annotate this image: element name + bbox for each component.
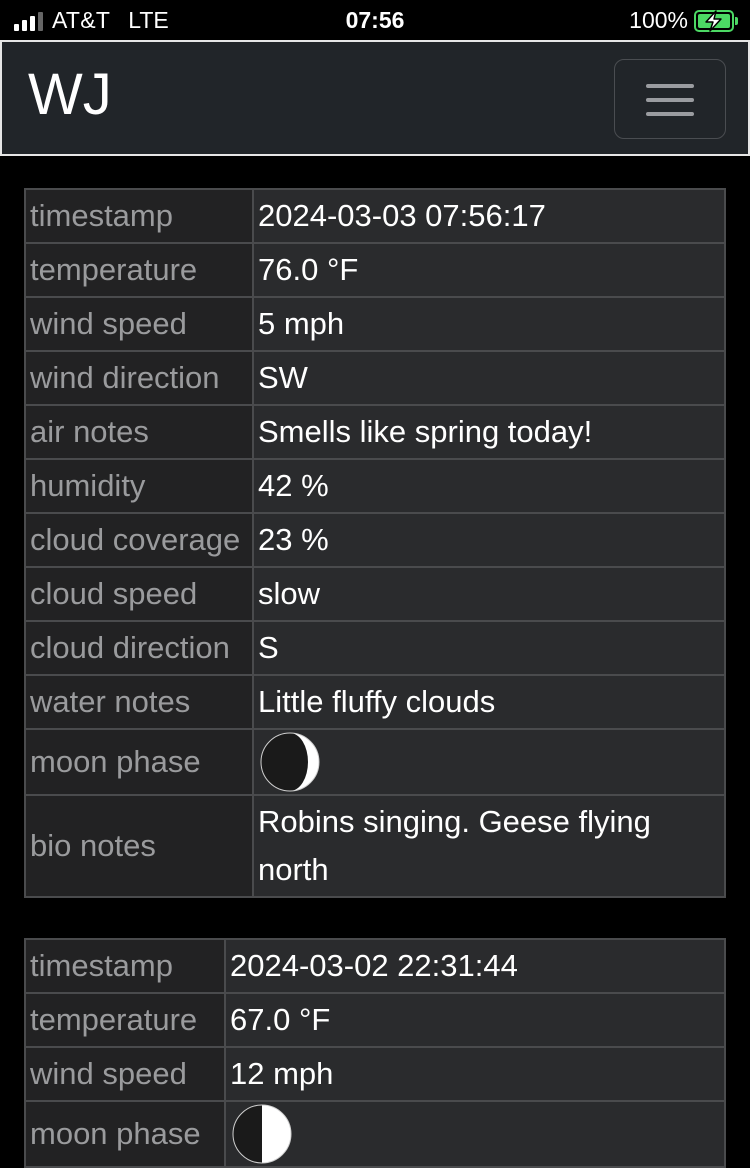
row-label: humidity — [24, 458, 254, 514]
table-row: moon phase — [24, 728, 726, 796]
status-bar: AT&T LTE 07:56 100% — [0, 0, 750, 40]
table-row: bio notes Robins singing. Geese flying n… — [24, 794, 726, 898]
table-row: cloud direction S — [24, 620, 726, 676]
row-label: cloud speed — [24, 566, 254, 622]
row-label: temperature — [24, 242, 254, 298]
row-value: 23 % — [252, 512, 726, 568]
row-label: bio notes — [24, 794, 254, 898]
row-value: 76.0 °F — [252, 242, 726, 298]
row-value-moon — [252, 728, 726, 796]
row-value: 5 mph — [252, 296, 726, 352]
row-value: Little fluffy clouds — [252, 674, 726, 730]
hamburger-icon-bar — [646, 98, 694, 102]
table-row: cloud coverage 23 % — [24, 512, 726, 568]
row-label: air notes — [24, 404, 254, 460]
row-label: wind direction — [24, 350, 254, 406]
row-value: 2024-03-03 07:56:17 — [252, 188, 726, 244]
row-label: temperature — [24, 992, 226, 1048]
row-label: timestamp — [24, 188, 254, 244]
row-value: slow — [252, 566, 726, 622]
table-row: temperature 76.0 °F — [24, 242, 726, 298]
row-value: 12 mph — [224, 1046, 726, 1102]
table-row: air notes Smells like spring today! — [24, 404, 726, 460]
battery-charging-icon — [694, 9, 734, 32]
first-quarter-moon-icon — [232, 1104, 292, 1164]
table-row: wind speed 5 mph — [24, 296, 726, 352]
navbar: WJ — [0, 40, 750, 156]
battery-percent: 100% — [629, 7, 688, 33]
row-value: Smells like spring today! — [252, 404, 726, 460]
row-label: wind speed — [24, 296, 254, 352]
row-value: 2024-03-02 22:31:44 — [224, 938, 726, 994]
menu-toggle-button[interactable] — [614, 59, 726, 139]
row-label: water notes — [24, 674, 254, 730]
table-row: wind direction SW — [24, 350, 726, 406]
observation-table: timestamp 2024-03-02 22:31:44 temperatur… — [24, 938, 726, 1168]
hamburger-icon — [646, 84, 694, 88]
row-label: wind speed — [24, 1046, 226, 1102]
status-bar-right: 100% — [629, 7, 738, 34]
table-row: humidity 42 % — [24, 458, 726, 514]
waxing-crescent-moon-icon — [260, 732, 320, 792]
table-row: wind speed 12 mph — [24, 1046, 726, 1102]
row-label: timestamp — [24, 938, 226, 994]
observation-table: timestamp 2024-03-03 07:56:17 temperatur… — [24, 188, 726, 898]
hamburger-icon-bar — [646, 112, 694, 116]
row-value: 67.0 °F — [224, 992, 726, 1048]
table-row: moon phase — [24, 1100, 726, 1168]
row-label: cloud coverage — [24, 512, 254, 568]
row-value: 42 % — [252, 458, 726, 514]
row-label: moon phase — [24, 728, 254, 796]
row-value-moon — [224, 1100, 726, 1168]
table-row: timestamp 2024-03-02 22:31:44 — [24, 938, 726, 994]
row-value: SW — [252, 350, 726, 406]
table-row: temperature 67.0 °F — [24, 992, 726, 1048]
row-value: S — [252, 620, 726, 676]
row-value: Robins singing. Geese flying north — [252, 794, 726, 898]
table-row: cloud speed slow — [24, 566, 726, 622]
row-label: moon phase — [24, 1100, 226, 1168]
table-row: water notes Little fluffy clouds — [24, 674, 726, 730]
brand-logo[interactable]: WJ — [28, 66, 112, 124]
row-label: cloud direction — [24, 620, 254, 676]
table-row: timestamp 2024-03-03 07:56:17 — [24, 188, 726, 244]
battery-tip — [735, 16, 738, 25]
